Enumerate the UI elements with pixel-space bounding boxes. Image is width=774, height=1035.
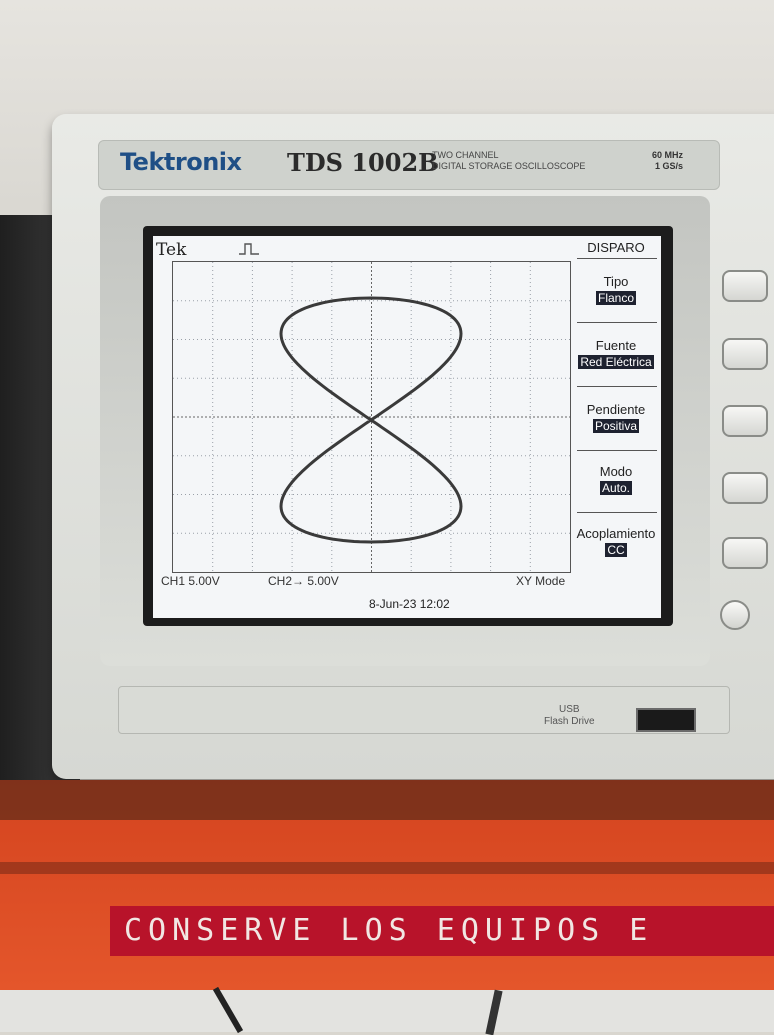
menu-item-value: Flanco <box>595 291 637 305</box>
menu-title: DISPARO <box>587 240 645 255</box>
menu-divider <box>577 258 657 259</box>
device-specs: 60 MHz 1 GS/s <box>652 150 683 172</box>
sample-rate-label: 1 GS/s <box>655 161 684 171</box>
trigger-menu: DISPARO Tipo Flanco Fuente Red Eléctrica… <box>571 236 661 618</box>
screen-logo: Tek <box>156 240 187 260</box>
menu-off-button[interactable] <box>720 600 750 630</box>
menu-divider <box>577 322 657 323</box>
graticule-svg <box>173 262 570 572</box>
shelf-stripe <box>0 862 774 874</box>
device-description: TWO CHANNEL DIGITAL STORAGE OSCILLOSCOPE <box>432 150 585 172</box>
menu-item-tipo[interactable]: Tipo Flanco <box>571 274 661 307</box>
menu-item-label: Pendiente <box>586 402 646 417</box>
menu-item-label: Modo <box>599 464 633 479</box>
menu-item-fuente[interactable]: Fuente Red Eléctrica <box>571 338 661 371</box>
menu-item-acoplamiento[interactable]: Acoplamiento CC <box>571 526 661 559</box>
menu-divider <box>577 386 657 387</box>
softkey-1-button[interactable] <box>722 270 768 302</box>
graticule <box>172 261 571 573</box>
mode-readout: XY Mode <box>516 574 566 588</box>
softkey-2-button[interactable] <box>722 338 768 370</box>
menu-item-value: Red Eléctrica <box>578 355 654 369</box>
menu-item-label: Tipo <box>603 274 629 289</box>
description-line-1: TWO CHANNEL <box>432 150 499 160</box>
usb-port[interactable] <box>636 708 696 732</box>
oscilloscope-screen: Tek CH1 5.00V CH2→ 5.00V XY Mode 8-Jun-2… <box>153 236 661 618</box>
usb-label-line-1: USB <box>559 704 580 715</box>
menu-item-label: Fuente <box>595 338 637 353</box>
brand-logo: Tektronix <box>120 148 242 176</box>
description-line-2: DIGITAL STORAGE OSCILLOSCOPE <box>432 161 586 171</box>
ch1-readout: CH1 5.00V <box>161 574 220 588</box>
softkey-3-button[interactable] <box>722 405 768 437</box>
bandwidth-label: 60 MHz <box>652 150 684 160</box>
softkey-4-button[interactable] <box>722 472 768 504</box>
shelf-shadow <box>0 780 774 820</box>
usb-label: USB Flash Drive <box>544 704 595 728</box>
menu-divider <box>577 450 657 451</box>
menu-item-label: Acoplamiento <box>576 526 656 541</box>
menu-item-pendiente[interactable]: Pendiente Positiva <box>571 402 661 435</box>
menu-item-value: Positiva <box>592 419 640 433</box>
menu-item-modo[interactable]: Modo Auto. <box>571 464 661 497</box>
timestamp: 8-Jun-23 12:02 <box>369 597 450 611</box>
trigger-status-icon <box>239 243 259 255</box>
model-name: TDS 1002B <box>287 148 439 177</box>
ch2-readout: CH2→ 5.00V <box>268 574 339 588</box>
softkey-5-button[interactable] <box>722 537 768 569</box>
menu-item-value: Auto. <box>599 481 633 495</box>
floor <box>0 990 774 1032</box>
menu-item-value: CC <box>605 543 627 557</box>
usb-label-line-2: Flash Drive <box>544 716 595 727</box>
menu-divider <box>577 512 657 513</box>
shelf-label: CONSERVE LOS EQUIPOS E <box>110 906 774 956</box>
